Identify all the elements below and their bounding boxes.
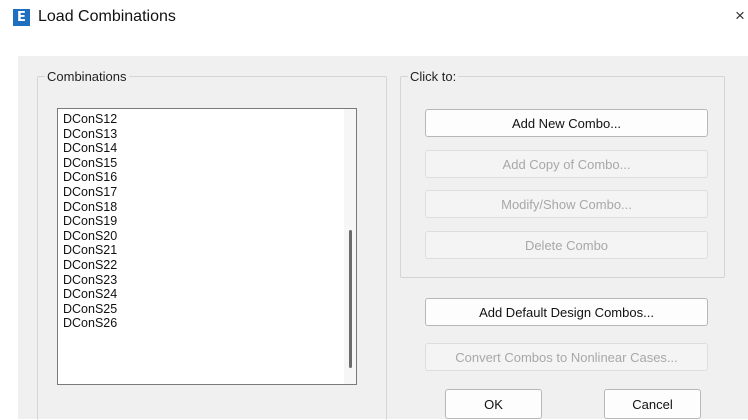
add-default-design-combos-button[interactable]: Add Default Design Combos...	[425, 298, 708, 326]
list-item[interactable]: DConS13	[63, 127, 117, 142]
combinations-listbox[interactable]: DConS12 DConS13 DConS14 DConS15 DConS16 …	[57, 108, 357, 385]
cancel-button[interactable]: Cancel	[604, 389, 701, 419]
title-bar: E Load Combinations ×	[0, 0, 748, 40]
list-item[interactable]: DConS21	[63, 243, 117, 258]
ok-button[interactable]: OK	[445, 389, 542, 419]
list-item[interactable]: DConS17	[63, 185, 117, 200]
list-item[interactable]: DConS18	[63, 200, 117, 215]
list-item[interactable]: DConS16	[63, 170, 117, 185]
add-copy-of-combo-button[interactable]: Add Copy of Combo...	[425, 150, 708, 178]
window-title: Load Combinations	[38, 8, 176, 25]
modify-show-combo-button[interactable]: Modify/Show Combo...	[425, 190, 708, 218]
add-new-combo-button[interactable]: Add New Combo...	[425, 109, 708, 137]
list-item[interactable]: DConS23	[63, 273, 117, 288]
vertical-scrollbar[interactable]	[344, 109, 356, 384]
list-item[interactable]: DConS26	[63, 316, 117, 331]
close-icon[interactable]: ×	[735, 6, 748, 26]
list-item[interactable]: DConS20	[63, 229, 117, 244]
list-item[interactable]: DConS15	[63, 156, 117, 171]
list-item[interactable]: DConS22	[63, 258, 117, 273]
click-to-group-label: Click to:	[408, 69, 459, 84]
list-item[interactable]: DConS12	[63, 112, 117, 127]
scrollbar-thumb[interactable]	[349, 230, 352, 368]
combinations-list: DConS12 DConS13 DConS14 DConS15 DConS16 …	[63, 112, 117, 331]
list-item[interactable]: DConS14	[63, 141, 117, 156]
convert-combos-to-nonlinear-button[interactable]: Convert Combos to Nonlinear Cases...	[425, 343, 708, 371]
list-item[interactable]: DConS24	[63, 287, 117, 302]
etabs-app-icon: E	[13, 9, 30, 26]
combinations-group-label: Combinations	[45, 69, 129, 84]
list-item[interactable]: DConS25	[63, 302, 117, 317]
delete-combo-button[interactable]: Delete Combo	[425, 231, 708, 259]
list-item[interactable]: DConS19	[63, 214, 117, 229]
